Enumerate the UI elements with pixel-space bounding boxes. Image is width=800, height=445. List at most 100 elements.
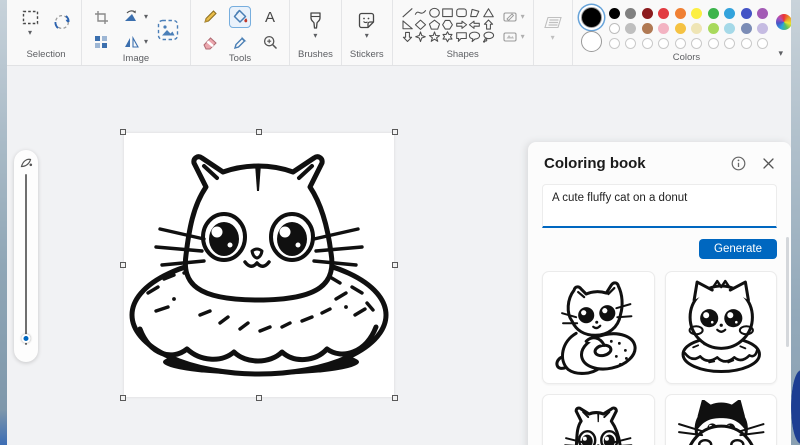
palette-color-e23b41[interactable] xyxy=(658,8,669,19)
shape-triangle[interactable] xyxy=(482,7,495,19)
magnifier-tool-button[interactable] xyxy=(259,31,281,53)
variant-cat-inside-donut[interactable] xyxy=(542,394,655,445)
palette-color-3cb44b[interactable] xyxy=(708,8,719,19)
shape-pentagon[interactable] xyxy=(428,19,441,31)
palette-color-4353c6[interactable] xyxy=(741,8,752,19)
shape-rounded-rectangle[interactable] xyxy=(455,7,468,19)
flip-dropdown-chevron[interactable]: ▾ xyxy=(144,38,148,46)
shape-arrow-right[interactable] xyxy=(455,19,468,31)
shape-line[interactable] xyxy=(401,7,414,19)
brushes-dropdown-chevron[interactable]: ▾ xyxy=(313,32,317,40)
palette-color-000000[interactable] xyxy=(609,8,620,19)
text-tool-button[interactable]: A xyxy=(259,6,281,28)
prompt-input[interactable]: A cute fluffy cat on a donut xyxy=(543,185,776,226)
custom-color-slot-10[interactable] xyxy=(757,38,768,49)
shape-oval[interactable] xyxy=(428,7,441,19)
palette-color-ffffff[interactable] xyxy=(609,23,620,34)
custom-color-slot-7[interactable] xyxy=(708,38,719,49)
palette-color-f5c242[interactable] xyxy=(675,23,686,34)
palette-color-bfbfbf[interactable] xyxy=(625,23,636,34)
palette-color-f08033[interactable] xyxy=(675,8,686,19)
shape-curve[interactable] xyxy=(414,7,427,19)
custom-color-slot-4[interactable] xyxy=(658,38,669,49)
close-icon[interactable] xyxy=(762,157,775,170)
generate-button[interactable]: Generate xyxy=(699,239,777,259)
rotate-button[interactable] xyxy=(120,6,142,28)
selection-handle-middle-right[interactable] xyxy=(392,262,398,268)
selection-handle-bottom-left[interactable] xyxy=(120,395,126,401)
variant-black-cat-behind-donut[interactable] xyxy=(665,394,778,445)
foreground-color-swatch[interactable] xyxy=(581,7,602,28)
shape-six-point-star[interactable] xyxy=(441,31,454,43)
canvas-image[interactable] xyxy=(124,133,394,397)
shape-four-point-star[interactable] xyxy=(414,31,427,43)
edit-colors-button[interactable] xyxy=(776,14,792,30)
stickers-dropdown-chevron[interactable]: ▾ xyxy=(365,32,369,40)
shape-speech-bubble[interactable] xyxy=(455,31,468,43)
shape-arrow-left[interactable] xyxy=(468,19,481,31)
brushes-button[interactable] xyxy=(304,9,326,31)
selection-handle-bottom-middle[interactable] xyxy=(256,395,262,401)
shape-thought-bubble[interactable] xyxy=(482,31,495,43)
info-icon[interactable] xyxy=(731,156,746,171)
pencil-tool-button[interactable] xyxy=(199,6,221,28)
shape-hexagon[interactable] xyxy=(441,19,454,31)
thickness-slider-track[interactable] xyxy=(25,174,28,345)
custom-color-slot-3[interactable] xyxy=(642,38,653,49)
palette-color-8b1a1d[interactable] xyxy=(642,8,653,19)
stickers-button[interactable] xyxy=(356,9,378,31)
stroke-size-chevron[interactable]: ▾ xyxy=(551,34,555,42)
shape-five-point-star[interactable] xyxy=(428,31,441,43)
image-creator-button[interactable] xyxy=(154,16,182,44)
shape-rectangle[interactable] xyxy=(441,7,454,19)
shape-fill-button[interactable] xyxy=(501,30,519,44)
shape-oval-speech-bubble[interactable] xyxy=(468,31,481,43)
color-picker-button[interactable] xyxy=(229,31,251,53)
remove-background-button[interactable] xyxy=(51,11,73,33)
thickness-slider-thumb[interactable] xyxy=(22,334,31,343)
custom-color-slot-5[interactable] xyxy=(675,38,686,49)
custom-color-slot-8[interactable] xyxy=(724,38,735,49)
selection-handle-middle-left[interactable] xyxy=(120,262,126,268)
palette-color-f3b3c2[interactable] xyxy=(658,23,669,34)
stroke-size-button[interactable] xyxy=(542,11,564,33)
shape-diamond[interactable] xyxy=(414,19,427,31)
eraser-tool-button[interactable] xyxy=(199,31,221,53)
select-dropdown-chevron[interactable]: ▾ xyxy=(28,29,32,37)
palette-color-a5d9e8[interactable] xyxy=(724,23,735,34)
variant-fluffy-cat-on-donut[interactable] xyxy=(665,271,778,384)
panel-scrollbar[interactable] xyxy=(786,237,789,347)
selection-handle-top-left[interactable] xyxy=(120,129,126,135)
palette-color-7b8cb6[interactable] xyxy=(741,23,752,34)
custom-color-slot-6[interactable] xyxy=(691,38,702,49)
palette-color-808080[interactable] xyxy=(625,8,636,19)
variant-cat-hugging-donut[interactable] xyxy=(542,271,655,384)
palette-color-c5bbe2[interactable] xyxy=(757,23,768,34)
selection-handle-top-middle[interactable] xyxy=(256,129,262,135)
palette-color-a35bb5[interactable] xyxy=(757,8,768,19)
shape-outline-chevron[interactable]: ▾ xyxy=(521,13,525,21)
flip-button[interactable] xyxy=(120,31,142,53)
background-color-swatch[interactable] xyxy=(581,31,602,52)
palette-color-a8d95c[interactable] xyxy=(708,23,719,34)
palette-color-efe5b5[interactable] xyxy=(691,23,702,34)
select-button[interactable] xyxy=(19,6,41,28)
custom-color-slot-2[interactable] xyxy=(625,38,636,49)
ribbon-collapse-chevron[interactable]: ▾ xyxy=(778,48,783,59)
shape-fill-chevron[interactable]: ▾ xyxy=(521,33,525,41)
selection-handle-top-right[interactable] xyxy=(392,129,398,135)
selection-handle-bottom-right[interactable] xyxy=(392,395,398,401)
crop-button[interactable] xyxy=(90,6,112,28)
rotate-dropdown-chevron[interactable]: ▾ xyxy=(144,13,148,21)
palette-color-fcef42[interactable] xyxy=(691,8,702,19)
resize-button[interactable] xyxy=(90,31,112,53)
shape-polygon[interactable] xyxy=(468,7,481,19)
shape-outline-button[interactable] xyxy=(501,10,519,24)
palette-color-33a3dc[interactable] xyxy=(724,8,735,19)
fill-tool-button[interactable] xyxy=(229,6,251,28)
custom-color-slot-1[interactable] xyxy=(609,38,620,49)
shape-arrow-down[interactable] xyxy=(401,31,414,43)
shape-right-triangle[interactable] xyxy=(401,19,414,31)
palette-color-b07953[interactable] xyxy=(642,23,653,34)
thickness-slider[interactable] xyxy=(14,150,38,362)
